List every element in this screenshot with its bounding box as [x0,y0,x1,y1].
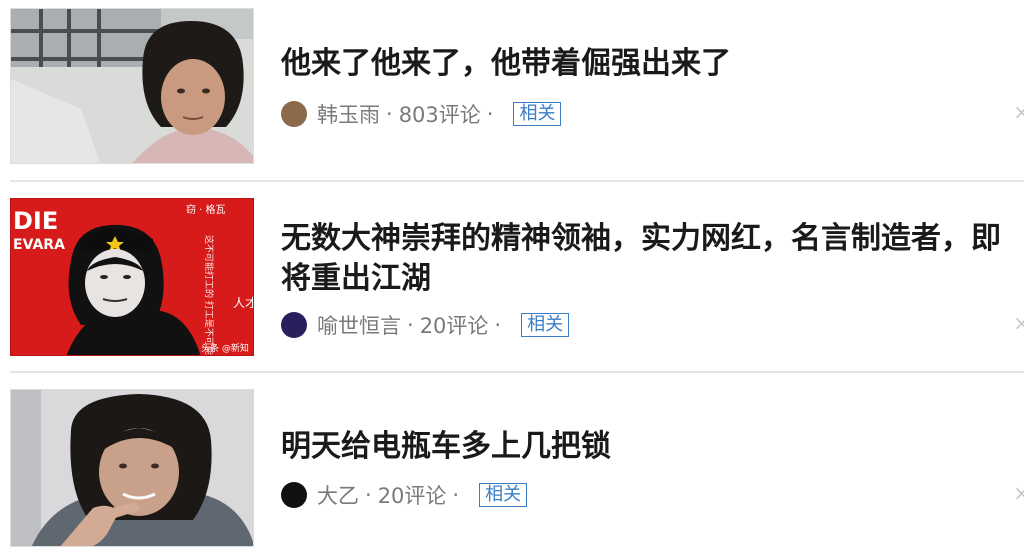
comment-count[interactable]: 20评论 [420,310,489,340]
thumbnail-image[interactable]: DIE EVARA 窃 · 格瓦 这不可能打工的 打工是不可能打工的 人才 头条… [10,198,254,356]
news-meta: 喻世恒言 · 20评论 · 相关 [281,310,570,340]
author-name[interactable]: 大乙 [317,480,359,510]
poster-corner-mark: 人才 [233,296,254,310]
news-item[interactable]: DIE EVARA 窃 · 格瓦 这不可能打工的 打工是不可能打工的 人才 头条… [0,183,1024,371]
author-name[interactable]: 喻世恒言 [317,310,401,340]
author-avatar[interactable] [281,482,307,508]
meta-separator: · [365,483,372,507]
poster-footer: 头条 @新知 [201,342,249,354]
thumbnail-image[interactable] [10,389,254,547]
news-title-line: 将重出江湖 [281,261,431,296]
news-title-line: 无数大神崇拜的精神领袖，实力网红，名言制造者，即 [281,221,1001,256]
item-divider [10,180,1024,182]
meta-separator: · [407,313,414,337]
author-name[interactable]: 韩玉雨 [317,99,380,129]
dislike-close-icon[interactable]: × [1013,100,1024,124]
photo-man-pointing [11,390,253,546]
dislike-close-icon[interactable]: × [1013,481,1024,505]
poster-side-title: 窃 · 格瓦 [186,203,226,216]
related-tag: 相关 [479,483,528,507]
news-item[interactable]: 他来了他来了，他带着倔强出来了 韩玉雨 · 803评论 · 相关 × [0,0,1024,180]
meta-separator: · [494,313,502,337]
news-feed: 他来了他来了，他带着倔强出来了 韩玉雨 · 803评论 · 相关 × DIE E… [0,0,1024,549]
news-item[interactable]: 明天给电瓶车多上几把锁 大乙 · 20评论 · 相关 × [0,373,1024,549]
meta-separator: · [486,102,494,126]
news-title[interactable]: 他来了他来了，他带着倔强出来了 [281,44,1024,84]
news-title[interactable]: 明天给电瓶车多上几把锁 [281,427,1024,467]
news-title[interactable]: 无数大神崇拜的精神领袖，实力网红，名言制造者，即 将重出江湖 [281,219,1024,299]
related-tag: 相关 [521,313,570,337]
author-avatar[interactable] [281,312,307,338]
poster-text-evara: EVARA [13,237,65,253]
meta-separator: · [386,102,393,126]
author-avatar[interactable] [281,101,307,127]
poster-red-che: DIE EVARA 窃 · 格瓦 这不可能打工的 打工是不可能打工的 人才 头条… [11,199,254,356]
news-meta: 大乙 · 20评论 · 相关 [281,480,528,510]
comment-count[interactable]: 803评论 [399,99,481,129]
thumbnail-image[interactable] [10,8,254,164]
news-meta: 韩玉雨 · 803评论 · 相关 [281,99,562,129]
dislike-close-icon[interactable]: × [1013,311,1024,335]
related-tag: 相关 [513,102,562,126]
comment-count[interactable]: 20评论 [378,480,447,510]
meta-separator: · [452,483,460,507]
poster-vertical-text: 这不可能打工的 打工是不可能打工的 [203,235,215,356]
poster-text-die: DIE [13,207,58,235]
photo-man-window [11,9,253,163]
